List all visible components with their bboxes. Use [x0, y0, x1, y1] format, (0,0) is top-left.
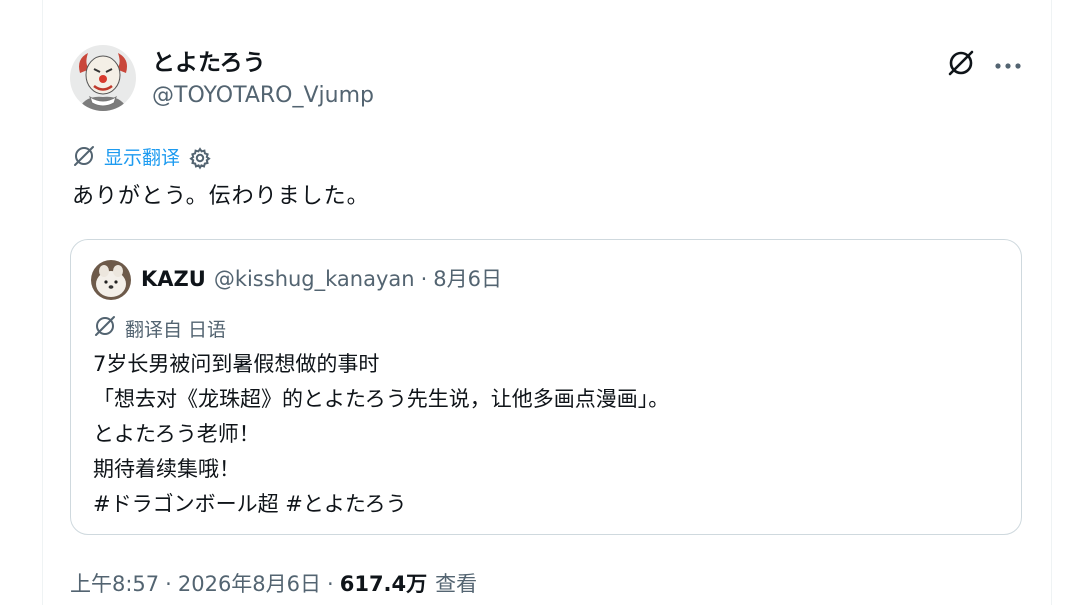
timeline-border-right [1051, 0, 1052, 605]
author-handle[interactable]: @TOYOTARO_Vjump [152, 82, 374, 110]
quoted-author-avatar[interactable] [91, 260, 131, 300]
quoted-author-handle[interactable]: @kisshug_kanayan [214, 264, 415, 294]
tweet-date[interactable]: 2026年8月6日 [178, 568, 321, 600]
grok-button[interactable] [944, 48, 978, 82]
quoted-translated-from: 翻译自 日语 [93, 314, 226, 342]
translate-slash-icon [72, 144, 96, 172]
quoted-tweet-card[interactable]: KAZU @kisshug_kanayan · 8月6日 翻译自 日语 7岁长男… [70, 239, 1022, 535]
quoted-text-line: 「想去对《龙珠超》的とよたろう先生说，让他多画点漫画」。 [93, 387, 670, 411]
show-translation-link[interactable]: 显示翻译 [104, 143, 180, 173]
grok-slash-icon [946, 48, 976, 82]
tweet-meta: 上午8:57 · 2026年8月6日 · 617.4万 查看 [70, 568, 477, 600]
quoted-date[interactable]: 8月6日 [433, 264, 502, 294]
quoted-text: 7岁长男被问到暑假想做的事时 「想去对《龙珠超》的とよたろう先生说，让他多画点漫… [93, 347, 669, 522]
views-count: 617.4万 [339, 572, 428, 596]
tweet-text: ありがとう。伝わりました。 [72, 184, 370, 209]
more-button[interactable] [990, 48, 1026, 82]
author-avatar[interactable] [70, 45, 136, 111]
meta-separator: · [327, 572, 334, 596]
translate-row: 显示翻译 [72, 143, 212, 173]
quoted-text-line: 7岁长男被问到暑假想做的事时 [93, 352, 380, 376]
more-dots-icon [994, 56, 1022, 75]
quoted-author-name[interactable]: KAZU [141, 264, 206, 294]
quoted-separator: · [420, 267, 428, 291]
gear-icon[interactable] [188, 146, 212, 170]
author-name[interactable]: とよたろう [152, 48, 266, 78]
quoted-text-line: 期待着续集哦！ [93, 457, 240, 481]
quoted-header: KAZU @kisshug_kanayan · 8月6日 [141, 264, 502, 294]
meta-separator: · [165, 572, 172, 596]
tweet-time[interactable]: 上午8:57 [70, 568, 159, 600]
quoted-translated-label: 翻译自 日语 [125, 318, 227, 341]
quoted-hashtags[interactable]: #ドラゴンボール超 #とよたろう [93, 487, 669, 522]
timeline-border-left [42, 0, 43, 605]
views-label: 查看 [435, 572, 478, 596]
translate-slash-icon [93, 314, 117, 343]
quoted-text-line: とよたろう老师！ [93, 422, 260, 446]
